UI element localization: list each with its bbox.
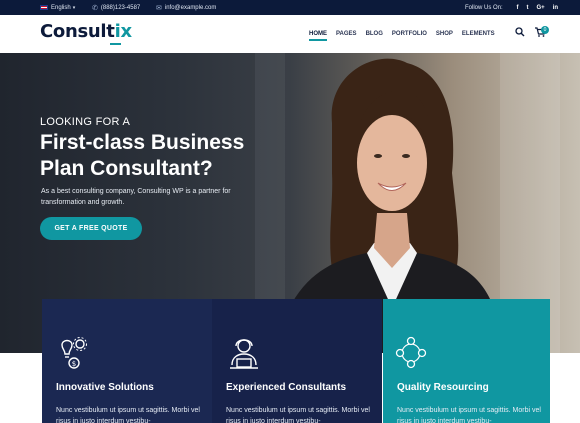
social-links: f t G+ in	[516, 0, 558, 15]
nav-home[interactable]: HOME	[309, 15, 327, 53]
nav-pages[interactable]: PAGES	[336, 15, 357, 53]
phone-icon: ✆	[92, 4, 98, 12]
consultant-laptop-icon	[230, 339, 258, 369]
email-address: info@example.com	[164, 4, 217, 11]
feature-title: Innovative Solutions	[56, 382, 154, 393]
logo-accent: ix	[114, 21, 132, 42]
logo-main: Consult	[40, 21, 115, 42]
lightbulb-gear-icon: $	[61, 337, 87, 369]
nav-blog[interactable]: BLOG	[366, 15, 383, 53]
envelope-icon: ✉	[156, 4, 162, 12]
people-network-icon	[395, 336, 427, 369]
svg-text:$: $	[72, 360, 76, 368]
email-contact[interactable]: ✉ info@example.com	[156, 0, 216, 15]
feature-card-innovative[interactable]: $ Innovative Solutions Nunc vestibulum u…	[42, 299, 212, 423]
logo[interactable]: Consultix	[40, 21, 132, 42]
logo-underline	[110, 43, 121, 45]
follow-label: Follow Us On:	[465, 4, 503, 11]
cart-count-badge: 0	[541, 26, 549, 34]
nav-elements[interactable]: ELEMENTS	[462, 15, 495, 53]
linkedin-icon[interactable]: in	[553, 5, 558, 11]
feature-text: Nunc vestibulum ut ipsum ut sagittis. Mo…	[56, 407, 200, 423]
feature-title: Experienced Consultants	[226, 382, 347, 393]
uk-flag-icon	[40, 5, 48, 10]
phone-number: (888)123-4587	[100, 4, 141, 11]
nav-portfolio[interactable]: PORTFOLIO	[392, 15, 427, 53]
feature-card-resourcing[interactable]: Quality Resourcing Nunc vestibulum ut ip…	[383, 299, 550, 423]
facebook-icon[interactable]: f	[516, 5, 518, 11]
hero-description: As a best consulting company, Consulting…	[41, 188, 231, 206]
feature-card-consultants[interactable]: Experienced Consultants Nunc vestibulum …	[212, 299, 382, 423]
twitter-icon[interactable]: t	[526, 5, 528, 11]
free-quote-button[interactable]: GET A FREE QUOTE	[40, 217, 142, 240]
site-header: Consultix HOME PAGES BLOG PORTFOLIO SHOP…	[0, 15, 580, 53]
hero-kicker: LOOKING FOR A	[40, 116, 131, 128]
nav-shop[interactable]: SHOP	[436, 15, 453, 53]
language-label: English	[51, 4, 71, 11]
feature-title: Quality Resourcing	[397, 382, 489, 393]
feature-text: Nunc vestibulum ut ipsum ut sagittis. Mo…	[397, 407, 541, 423]
google-plus-icon[interactable]: G+	[536, 5, 544, 11]
hero-title: First-class Business Plan Consultant?	[40, 131, 245, 180]
top-bar: English ▾ ✆ (888)123-4587 ✉ info@example…	[0, 0, 580, 15]
language-selector[interactable]: English ▾	[40, 0, 75, 15]
chevron-down-icon: ▾	[72, 4, 76, 11]
feature-text: Nunc vestibulum ut ipsum ut sagittis. Mo…	[226, 407, 370, 423]
main-nav: HOME PAGES BLOG PORTFOLIO SHOP ELEMENTS	[309, 15, 504, 53]
phone-contact[interactable]: ✆ (888)123-4587	[92, 0, 140, 15]
search-icon[interactable]	[515, 27, 525, 40]
